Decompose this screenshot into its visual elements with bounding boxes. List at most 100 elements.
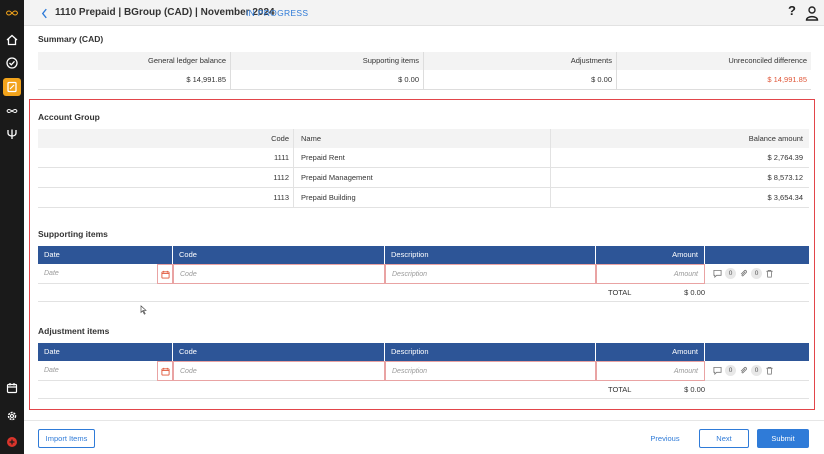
trident-icon[interactable]: [0, 124, 24, 144]
name-cell: Prepaid Rent: [294, 148, 551, 167]
calendar-icon[interactable]: [157, 361, 173, 381]
summary-value-row: $ 14,991.85 $ 0.00 $ 0.00 $ 14,991.85: [38, 70, 811, 90]
total-row: TOTAL $ 0.00: [38, 284, 809, 302]
supporting-items-table: Date Code Description Amount Date Code D…: [38, 246, 809, 302]
home-icon[interactable]: [0, 30, 24, 50]
help-icon[interactable]: ?: [784, 3, 800, 21]
col-header: Date: [38, 343, 173, 361]
comment-count: 0: [725, 268, 736, 279]
total-value: $ 0.00: [684, 288, 705, 297]
import-items-button[interactable]: Import Items: [38, 429, 95, 448]
attachment-icon[interactable]: [739, 366, 748, 375]
infinity-logo-icon[interactable]: [0, 3, 24, 23]
page-title: 1110 Prepaid | BGroup (CAD) | November 2…: [55, 7, 275, 18]
status-badge: IN PROGRESS: [246, 8, 309, 18]
col-header: Adjustments: [424, 52, 617, 70]
col-header: Unreconciled difference: [728, 56, 807, 65]
actions-header: [705, 343, 809, 361]
check-circle-icon[interactable]: [0, 53, 24, 73]
next-button[interactable]: Next: [699, 429, 749, 448]
table-row: 1113 Prepaid Building $ 3,654.34: [38, 188, 809, 208]
adjustments-value: $ 0.00: [424, 70, 617, 89]
total-row: TOTAL $ 0.00: [38, 381, 809, 399]
adjustment-items-title: Adjustment items: [38, 326, 110, 336]
attachment-count: 0: [751, 365, 762, 376]
submit-button[interactable]: Submit: [757, 429, 809, 448]
total-label: TOTAL: [608, 288, 632, 297]
reconciliation-icon[interactable]: [0, 77, 24, 97]
summary-table: General ledger balance Supporting items …: [38, 52, 811, 90]
comment-icon[interactable]: [713, 269, 722, 278]
comment-icon[interactable]: [713, 366, 722, 375]
attachment-icon[interactable]: [739, 269, 748, 278]
date-cell: Date: [38, 264, 173, 284]
code-input[interactable]: Code: [173, 361, 385, 381]
comment-count: 0: [725, 365, 736, 376]
col-header: Date: [38, 246, 173, 264]
calendar-icon[interactable]: [157, 264, 173, 284]
calendar-icon[interactable]: [0, 378, 24, 398]
col-header: Description: [385, 343, 596, 361]
row-actions: 0 0: [705, 264, 809, 283]
user-icon[interactable]: [805, 5, 819, 21]
col-header: Description: [385, 246, 596, 264]
balance-cell: $ 8,573.12: [767, 173, 803, 182]
table-header-row: Date Code Description Amount: [38, 246, 809, 264]
col-header: Supporting items: [231, 52, 424, 70]
code-cell: 1111: [38, 148, 294, 167]
input-row: Date Code Description Amount 0 0: [38, 361, 809, 381]
col-header: Name: [294, 129, 551, 148]
infinity-icon[interactable]: [0, 101, 24, 121]
date-input[interactable]: Date: [38, 264, 157, 284]
balance-cell: $ 3,654.34: [767, 193, 803, 202]
row-actions: 0 0: [705, 361, 809, 380]
total-label: TOTAL: [608, 385, 632, 394]
supporting-items-value: $ 0.00: [231, 70, 424, 89]
left-rail: [0, 0, 24, 454]
trash-icon[interactable]: [765, 269, 774, 278]
name-cell: Prepaid Building: [294, 188, 551, 207]
amount-input[interactable]: Amount: [596, 361, 705, 381]
gl-balance-value: $ 14,991.85: [38, 70, 231, 89]
table-row: 1112 Prepaid Management $ 8,573.12: [38, 168, 809, 188]
attachment-count: 0: [751, 268, 762, 279]
col-header: Amount: [596, 246, 705, 264]
footer-divider: [24, 420, 824, 421]
back-chevron-icon[interactable]: [38, 6, 50, 20]
code-cell: 1112: [38, 168, 294, 187]
page-header: 1110 Prepaid | BGroup (CAD) | November 2…: [24, 0, 824, 26]
input-row: Date Code Description Amount 0 0: [38, 264, 809, 284]
table-header-row: Code Name Balance amount: [38, 129, 809, 148]
col-header: Code: [38, 129, 294, 148]
code-cell: 1113: [38, 188, 294, 207]
actions-header: [705, 246, 809, 264]
date-input[interactable]: Date: [38, 361, 157, 381]
gear-icon[interactable]: [0, 406, 24, 426]
code-input[interactable]: Code: [173, 264, 385, 284]
account-group-table: Code Name Balance amount 1111 Prepaid Re…: [38, 129, 809, 208]
unreconciled-difference-value: $ 14,991.85: [767, 75, 807, 84]
adjustment-items-table: Date Code Description Amount Date Code D…: [38, 343, 809, 399]
mouse-cursor-icon: [140, 305, 147, 315]
table-header-row: Date Code Description Amount: [38, 343, 809, 361]
col-header: General ledger balance: [38, 52, 231, 70]
col-header: Amount: [596, 343, 705, 361]
description-input[interactable]: Description: [385, 361, 596, 381]
brand-icon[interactable]: [0, 432, 24, 452]
col-header: Code: [173, 343, 385, 361]
col-header: Code: [173, 246, 385, 264]
amount-input[interactable]: Amount: [596, 264, 705, 284]
account-group-title: Account Group: [38, 112, 100, 122]
name-cell: Prepaid Management: [294, 168, 551, 187]
table-row: 1111 Prepaid Rent $ 2,764.39: [38, 148, 809, 168]
trash-icon[interactable]: [765, 366, 774, 375]
balance-cell: $ 2,764.39: [767, 153, 803, 162]
summary-header-row: General ledger balance Supporting items …: [38, 52, 811, 70]
date-cell: Date: [38, 361, 173, 381]
description-input[interactable]: Description: [385, 264, 596, 284]
total-value: $ 0.00: [684, 385, 705, 394]
previous-button[interactable]: Previous: [642, 429, 688, 448]
col-header: Balance amount: [748, 134, 803, 143]
supporting-items-title: Supporting items: [38, 229, 108, 239]
summary-title: Summary (CAD): [38, 34, 104, 44]
